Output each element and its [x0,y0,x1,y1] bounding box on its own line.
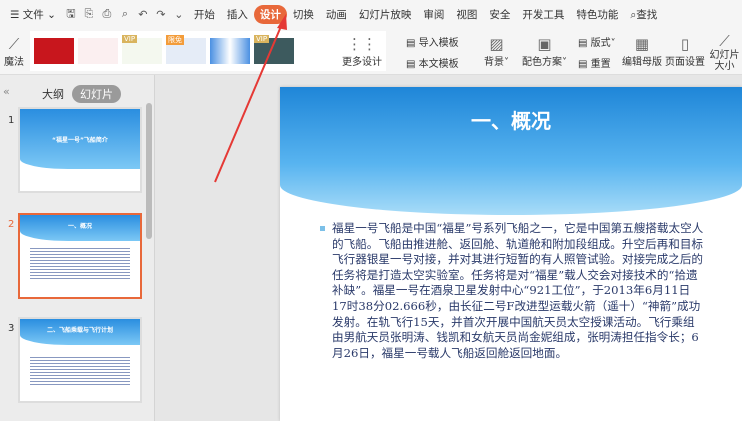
slide-panel: « 大纲 幻灯片 1 “福星一号”飞船简介 2 一、概况 3 二、飞船乘载与飞行… [0,75,155,421]
import-template-button[interactable]: ▤ 导入模板 [406,34,459,49]
slide-number: 1 [8,115,15,126]
reset-button[interactable]: ▤ 重置 [578,55,611,70]
more-design-label: 更多设计 [342,56,382,68]
reset-label: 重置 [590,58,611,70]
search-label: 查找 [636,8,658,21]
magic-label: 魔法 [4,57,24,68]
menu-bar: ☰ 文件 ⌄ 🖫 ⎘ ⎙ ⌕ ↶ ↷ ⌄ 开始 插入 设计 切换 动画 幻灯片放… [0,0,742,28]
magic-button[interactable]: ⟋ 魔法 [2,28,26,75]
vip-badge: VIP [122,35,138,43]
ribbon: ⟋ 魔法 VIP 限免 VIP ⋮⋮ 更多设计 ▤ 导入模板 ▤ 本文模板 ▨ 背景˅… [0,28,742,75]
collapse-icon[interactable]: « [3,85,10,98]
file-menu[interactable]: ☰ 文件 ⌄ [4,7,62,22]
background-button[interactable]: ▨ 背景˅ [484,28,509,75]
page-setup-icon: ▯ [680,35,690,53]
format-painter-icon[interactable]: ⎘ [82,7,96,21]
slide-size-label: 幻灯片大小 [709,49,740,72]
body-template-button[interactable]: ▤ 本文模板 [406,55,459,70]
page-setup-label: 页面设置 [665,57,705,68]
page-setup-button[interactable]: ▯ 页面设置 [665,28,705,75]
template-thumb[interactable]: VIP [254,35,294,64]
thumb-title: 二、飞船乘载与飞行计划 [20,319,140,345]
template-thumb[interactable] [210,38,250,64]
slide-size-icon: ⟋ [719,31,730,50]
redo-icon[interactable]: ↷ [154,8,168,21]
more-icon[interactable]: ⌄ [172,8,186,21]
background-icon: ▨ [489,35,504,53]
slide-number: 3 [8,323,15,334]
body-template-label: 本文模板 [418,58,459,70]
tab-outline[interactable]: 大纲 [42,86,64,102]
template-thumb[interactable]: VIP [122,35,162,64]
more-design-button[interactable]: ⋮⋮ 更多设计 [342,35,382,68]
tab-transition[interactable]: 切换 [287,7,320,22]
layout-label: 版式 [590,37,611,49]
design-gallery: VIP 限免 VIP ⋮⋮ 更多设计 [30,31,386,71]
thumb-title: 一、概况 [20,215,140,241]
tab-slideshow[interactable]: 幻灯片放映 [353,7,418,22]
tab-insert[interactable]: 插入 [221,7,254,22]
import-template-label: 导入模板 [418,37,459,49]
slide-thumbnail[interactable]: “福星一号”飞船简介 [18,107,142,193]
color-scheme-label: 配色方案 [522,57,562,68]
tab-view[interactable]: 视图 [450,7,483,22]
thumb-body [30,355,130,385]
tab-design[interactable]: 设计 [253,4,287,24]
print-icon[interactable]: ⎙ [100,7,114,21]
free-badge: 限免 [166,35,184,45]
slide-size-button[interactable]: ⟋ 幻灯片大小 [708,28,741,75]
thumb-title: “福星一号”飞船简介 [20,109,140,169]
background-label: 背景 [484,57,504,68]
search-button[interactable]: ⌕查找 [624,7,663,22]
color-scheme-icon: ▣ [537,35,552,53]
color-scheme-button[interactable]: ▣ 配色方案˅ [522,28,567,75]
bullet-icon [320,226,325,231]
edit-master-button[interactable]: ▦ 编辑母版 [622,28,662,75]
slide-body-text[interactable]: 福星一号飞船是中国“福星”号系列飞船之一，它是中国第五艘搭载太空人的飞船。飞船由… [332,221,704,361]
tab-review[interactable]: 审阅 [417,7,450,22]
preview-icon[interactable]: ⌕ [118,7,132,21]
tab-developer[interactable]: 开发工具 [516,7,570,22]
tab-slides[interactable]: 幻灯片 [72,85,121,103]
template-thumb[interactable] [34,38,74,64]
slide-canvas[interactable]: 一、概况 福星一号飞船是中国“福星”号系列飞船之一，它是中国第五艘搭载太空人的飞… [280,87,742,421]
edit-master-label: 编辑母版 [622,57,662,68]
save-icon[interactable]: 🖫 [64,5,78,24]
layout-button[interactable]: ▤ 版式˅ [578,34,616,49]
thumb-body [30,247,130,281]
undo-icon[interactable]: ↶ [136,8,150,21]
slide-thumbnail[interactable]: 二、飞船乘载与飞行计划 [18,317,142,403]
template-thumb[interactable] [298,38,338,64]
tab-home[interactable]: 开始 [188,7,221,22]
tab-security[interactable]: 安全 [483,7,516,22]
master-icon: ▦ [634,35,650,53]
slide-thumbnail[interactable]: 一、概况 [18,213,142,299]
slide-number: 2 [8,219,15,230]
file-label: 文件 [22,8,44,21]
tab-animation[interactable]: 动画 [320,7,353,22]
grid-icon: ⋮⋮ [347,34,377,53]
template-thumb[interactable]: 限免 [166,35,206,64]
vip-badge: VIP [254,35,270,43]
template-thumb[interactable] [78,38,118,64]
magic-wand-icon: ⟋ [8,35,20,53]
tab-features[interactable]: 特色功能 [570,7,624,22]
scrollbar[interactable] [146,103,152,239]
slide-title[interactable]: 一、概况 [280,105,742,134]
